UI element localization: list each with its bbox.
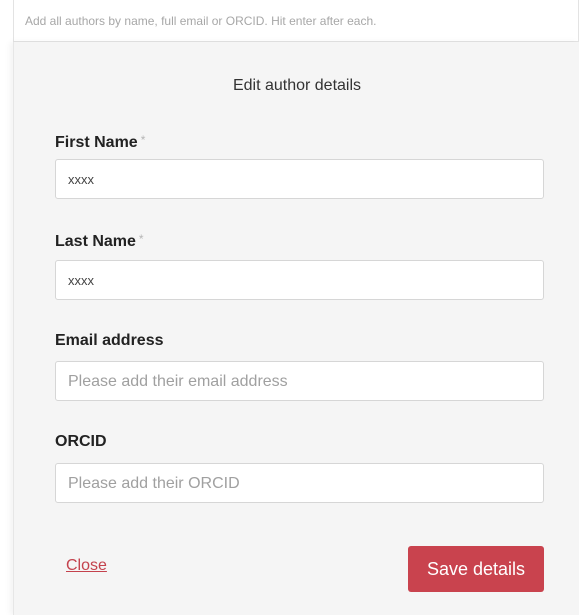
close-link[interactable]: Close <box>66 557 107 575</box>
required-marker: * <box>140 133 146 147</box>
required-marker: * <box>138 232 144 246</box>
last-name-input[interactable] <box>55 260 544 300</box>
first-name-label: First Name * <box>55 133 146 151</box>
author-search-input[interactable] <box>13 0 579 42</box>
first-name-input[interactable] <box>55 159 544 199</box>
last-name-label: Last Name * <box>55 232 144 250</box>
edit-author-panel: Edit author details First Name* Last Nam… <box>13 42 579 615</box>
email-label: Email address <box>55 332 164 349</box>
orcid-input[interactable] <box>55 463 544 503</box>
email-input[interactable] <box>55 361 544 401</box>
save-details-button[interactable]: Save details <box>408 546 544 592</box>
panel-title: Edit author details <box>232 77 362 94</box>
orcid-label: ORCID <box>55 433 107 450</box>
